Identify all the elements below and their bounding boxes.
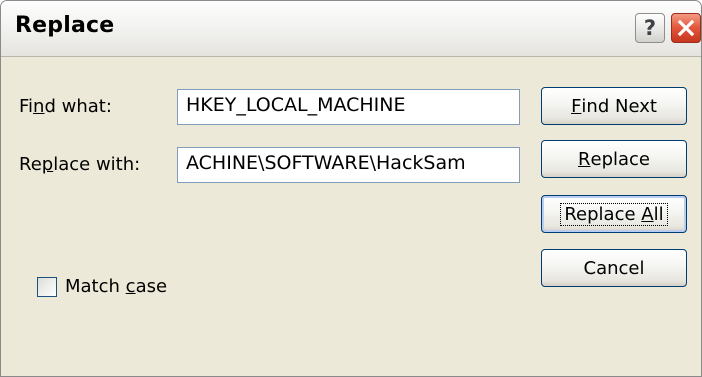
replace-all-focus-ring: Replace All xyxy=(560,202,668,226)
replace-with-mnemonic: p xyxy=(41,154,54,175)
find-what-label: Find what: xyxy=(19,96,112,117)
replace-all-label-end: ll xyxy=(653,203,664,225)
replace-mnemonic: R xyxy=(577,148,591,170)
match-case-mnemonic: c xyxy=(125,276,136,297)
replace-all-mnemonic: A xyxy=(641,203,654,225)
match-case-label[interactable]: Match case xyxy=(65,276,167,297)
cancel-button[interactable]: Cancel xyxy=(541,249,687,287)
replace-button[interactable]: Replace xyxy=(541,140,687,178)
match-case-label-end: ase xyxy=(135,276,168,297)
dialog-title: Replace xyxy=(15,13,115,38)
match-case-checkbox[interactable] xyxy=(37,277,57,297)
replace-dialog: Replace ? Find what: HKEY_LOCAL_MACHINE … xyxy=(0,0,702,377)
replace-label: eplace xyxy=(590,148,651,170)
close-button[interactable] xyxy=(671,13,701,43)
replace-with-label-end: lace with: xyxy=(53,154,141,175)
replace-with-label: Replace with: xyxy=(19,154,140,175)
match-case-label-start: Match xyxy=(65,276,126,297)
find-what-input[interactable]: HKEY_LOCAL_MACHINE xyxy=(177,89,520,125)
replace-with-input[interactable]: ACHINE\SOFTWARE\HackSam xyxy=(177,147,520,183)
find-next-mnemonic: F xyxy=(571,95,582,117)
find-what-mnemonic: n xyxy=(33,96,45,117)
help-button[interactable]: ? xyxy=(635,13,665,43)
replace-all-button[interactable]: Replace All xyxy=(541,195,687,233)
replace-all-label-start: Replace xyxy=(564,203,642,225)
help-icon: ? xyxy=(643,15,657,40)
find-what-label-end: d what: xyxy=(44,96,112,117)
find-next-label: ind Next xyxy=(581,95,657,117)
find-next-button[interactable]: Find Next xyxy=(541,87,687,125)
replace-with-label-start: Re xyxy=(19,154,42,175)
close-x-icon xyxy=(677,19,695,37)
title-bar[interactable]: Replace ? xyxy=(1,1,701,57)
find-what-label-start: Fi xyxy=(19,96,34,117)
